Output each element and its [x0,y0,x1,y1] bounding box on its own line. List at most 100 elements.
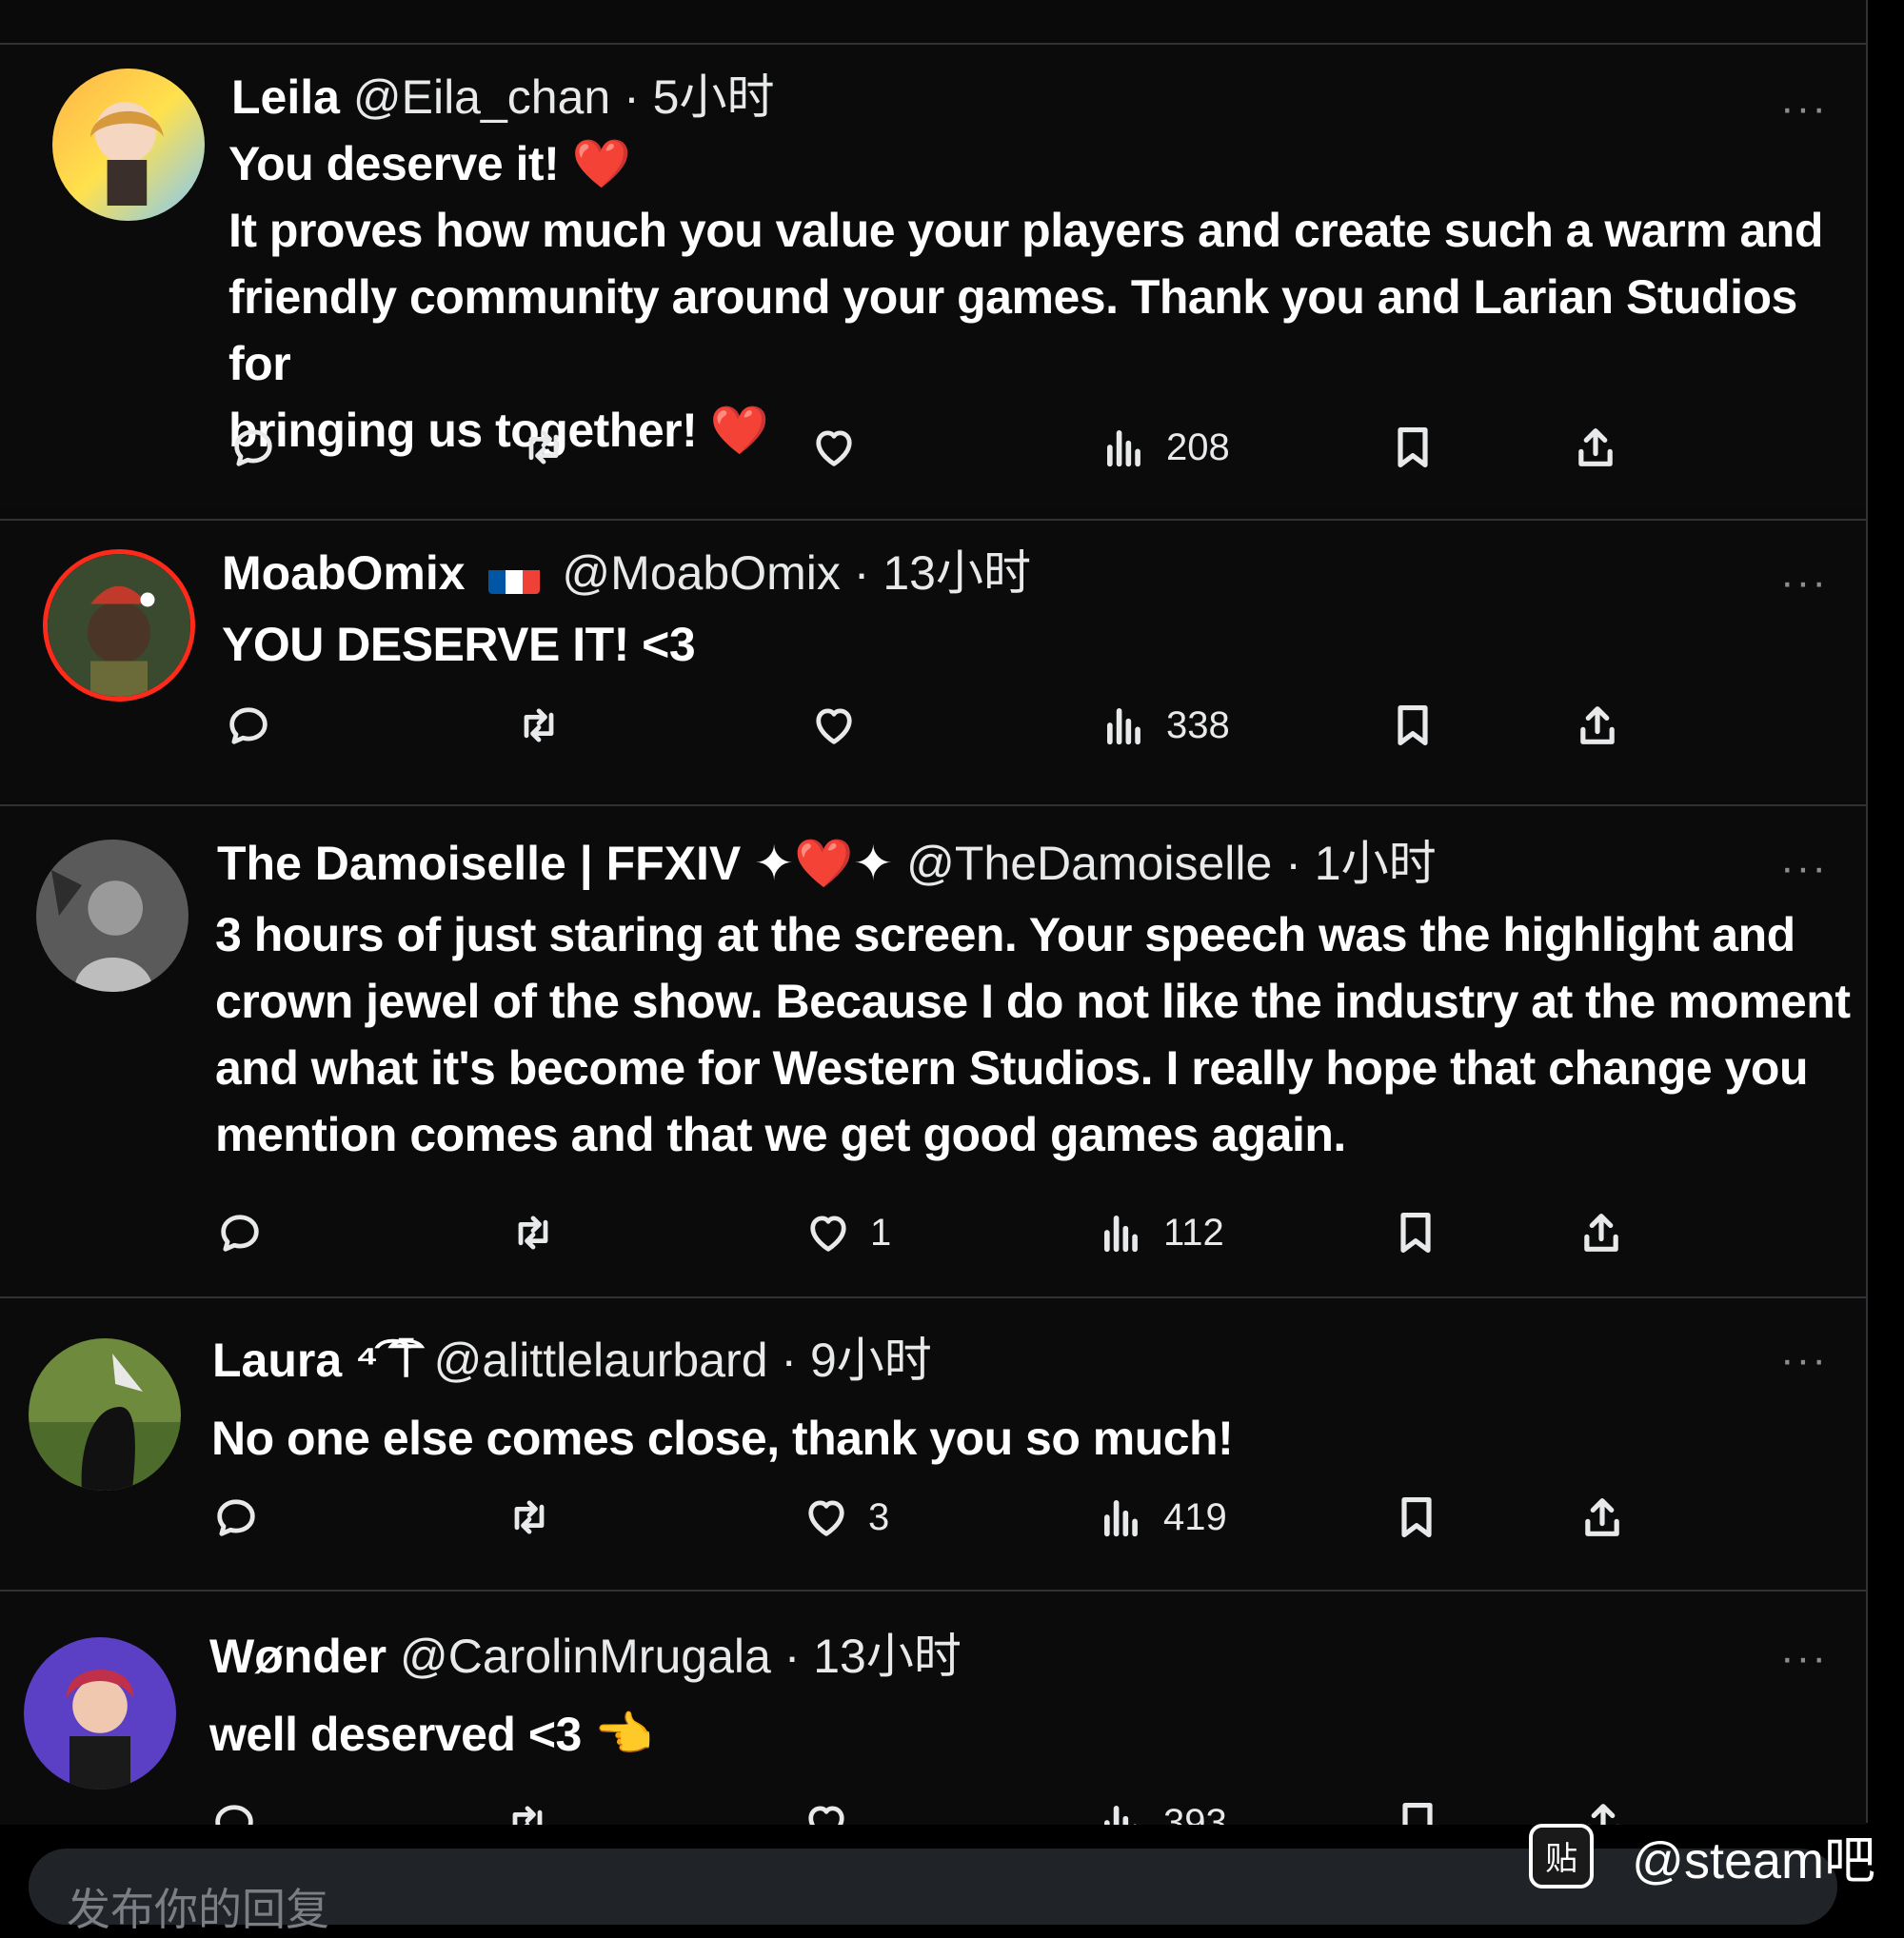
bookmark-button[interactable] [1392,1484,1441,1551]
display-name[interactable]: Laura ⁴͡͡ ͡⍑ [212,1334,421,1387]
views-button[interactable]: 338 [1100,692,1230,759]
tieba-logo-icon: 贴 [1529,1823,1595,1889]
like-button[interactable] [809,692,876,759]
more-options-icon[interactable]: ··· [1780,1336,1828,1384]
retweet-icon [514,701,564,750]
tweet-header: Wønder @CarolinMrugala · 13小时 [209,1628,962,1685]
reply-icon [211,1493,261,1542]
avatar[interactable] [52,69,205,221]
retweet-button[interactable] [503,1790,552,1825]
bookmark-button[interactable] [1393,1790,1442,1825]
views-icon [1097,1798,1146,1825]
bookmark-icon [1393,1798,1442,1825]
bookmark-button[interactable] [1391,1199,1440,1266]
heart-icon [809,701,859,750]
reply-icon [224,701,273,750]
share-button[interactable] [1577,1484,1627,1551]
retweet-button[interactable] [519,414,568,481]
display-name[interactable]: The Damoiselle | FFXIV ✦❤️✦ [217,837,893,890]
retweet-icon [505,1493,554,1542]
retweet-button[interactable] [514,692,564,759]
timestamp[interactable]: · 9小时 [781,1334,931,1387]
views-icon [1100,701,1149,750]
retweet-icon [508,1208,558,1257]
timestamp[interactable]: · 13小时 [854,546,1031,600]
avatar[interactable] [24,1637,176,1790]
handle[interactable]: @alittlelaurbard [434,1334,768,1387]
tweet-text: No one else comes close, thank you so mu… [211,1405,1234,1472]
timestamp[interactable]: · 1小时 [1285,837,1436,890]
heart-icon [803,1208,853,1257]
bookmark-icon [1388,701,1438,750]
reply-button[interactable] [224,692,273,759]
share-button[interactable] [1577,1199,1626,1266]
reply-button[interactable] [211,1484,261,1551]
view-count: 419 [1163,1495,1227,1538]
reply-placeholder: 发布你的回复 [67,1885,329,1934]
display-name[interactable]: MoabOmix [222,546,466,600]
share-icon [1573,701,1622,750]
tweet-header: Laura ⁴͡͡ ͡⍑ @alittlelaurbard · 9小时 [212,1332,932,1389]
more-options-icon[interactable]: ··· [1780,559,1828,606]
reply-icon [209,1798,259,1825]
views-button[interactable]: 419 [1097,1484,1227,1551]
view-count: 208 [1166,425,1230,468]
views-icon [1097,1208,1146,1257]
tweet-header: The Damoiselle | FFXIV ✦❤️✦ @TheDamoisel… [217,835,1437,892]
bookmark-button[interactable] [1388,414,1438,481]
tweet-feed: Leila @Eila_chan · 5小时 ··· You deserve i… [0,0,1868,1825]
handle[interactable]: @TheDamoiselle [906,837,1272,890]
more-options-icon[interactable]: ··· [1780,1634,1828,1682]
more-options-icon[interactable]: ··· [1780,85,1828,132]
share-button[interactable] [1571,414,1620,481]
text-line: You deserve it! ❤️ [228,137,631,190]
like-count: 1 [870,1211,892,1254]
like-button[interactable]: 1 [803,1199,891,1266]
avatar[interactable] [36,840,188,992]
views-button[interactable]: 393 [1097,1790,1227,1825]
like-button[interactable] [809,414,876,481]
share-icon [1577,1493,1627,1542]
handle[interactable]: @CarolinMrugala [400,1630,771,1683]
reply-icon [228,423,278,472]
tweet[interactable]: Leila @Eila_chan · 5小时 ··· You deserve i… [0,43,1866,508]
more-options-icon[interactable]: ··· [1780,844,1828,892]
tweet[interactable]: Wønder @CarolinMrugala · 13小时 ··· well d… [0,1590,1866,1825]
retweet-button[interactable] [505,1484,554,1551]
tweet[interactable]: MoabOmix @MoabOmix · 13小时 ··· YOU DESERV… [0,519,1866,801]
tweet-text: YOU DESERVE IT! <3 [222,611,696,678]
text-line: No one else comes close, thank you so mu… [211,1412,1234,1465]
handle[interactable]: @MoabOmix [562,546,840,600]
watermark-text: @steam吧 [1632,1832,1875,1889]
display-name[interactable]: Leila [231,70,340,124]
avatar[interactable] [43,549,195,702]
display-name[interactable]: Wønder [209,1630,387,1683]
bookmark-button[interactable] [1388,692,1438,759]
share-icon [1571,423,1620,472]
handle[interactable]: @Eila_chan [353,70,610,124]
text-line: friendly community around your games. Th… [228,270,1797,390]
timestamp[interactable]: · 5小时 [624,70,774,124]
text-line: and what it's become for Western Studios… [215,1041,1809,1095]
timestamp[interactable]: · 13小时 [784,1630,962,1683]
like-button[interactable] [802,1790,868,1825]
text-line: It proves how much you value your player… [228,204,1823,257]
tweet[interactable]: Laura ⁴͡͡ ͡⍑ @alittlelaurbard · 9小时 ··· … [0,1296,1866,1589]
share-button[interactable] [1573,692,1622,759]
reply-button[interactable] [209,1790,259,1825]
action-bar: 1 112 [215,1199,1624,1266]
text-line: crown jewel of the show. Because I do no… [215,975,1851,1028]
like-count: 3 [868,1495,890,1538]
share-icon [1577,1208,1626,1257]
views-icon [1097,1493,1146,1542]
avatar[interactable] [29,1338,181,1491]
reply-icon [215,1208,265,1257]
views-button[interactable]: 208 [1100,414,1230,481]
reply-button[interactable] [228,414,278,481]
retweet-button[interactable] [508,1199,558,1266]
views-button[interactable]: 112 [1097,1199,1224,1266]
like-button[interactable]: 3 [802,1484,889,1551]
text-line: YOU DESERVE IT! <3 [222,618,696,671]
tweet[interactable]: The Damoiselle | FFXIV ✦❤️✦ @TheDamoisel… [0,804,1866,1296]
reply-button[interactable] [215,1199,265,1266]
